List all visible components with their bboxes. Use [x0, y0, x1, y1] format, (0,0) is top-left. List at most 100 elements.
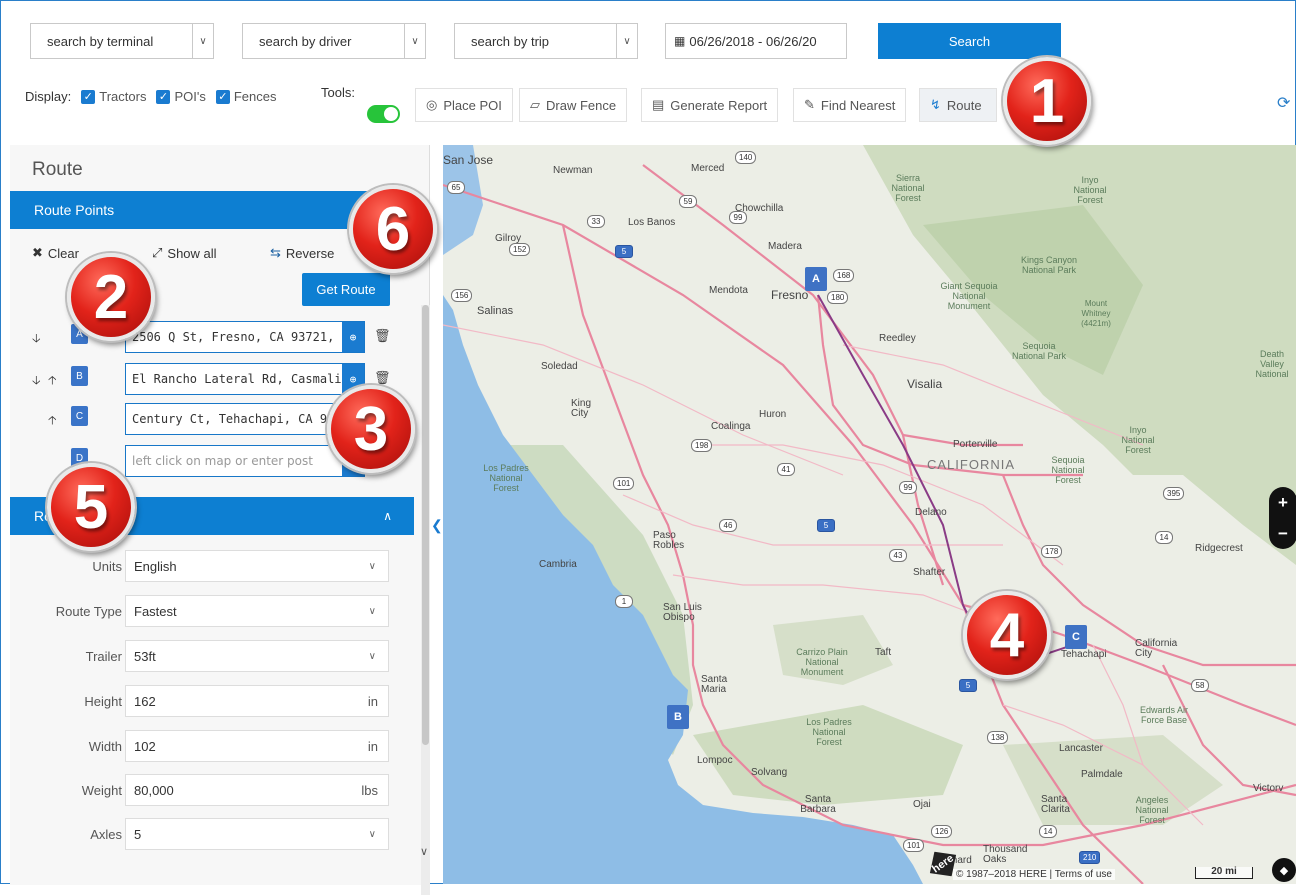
draw-fence-label: Draw Fence — [546, 97, 617, 113]
tractors-checkbox[interactable]: ✓ Tractors — [81, 89, 146, 104]
weight-value: 80,000 — [134, 782, 174, 798]
chevron-down-icon: ∨ — [616, 24, 637, 58]
map-label-city: Palmdale — [1081, 769, 1123, 780]
map-label-city: Lompoc — [697, 755, 733, 766]
search-button[interactable]: Search — [878, 23, 1061, 59]
width-input[interactable]: 102 in — [125, 730, 389, 762]
highway-shield: 1 — [615, 595, 633, 608]
callout-badge: 2 — [67, 253, 155, 341]
locate-icon[interactable]: ⊕ — [342, 322, 364, 352]
axles-select[interactable]: 5 ∨ — [125, 818, 389, 850]
height-label: Height — [84, 694, 122, 709]
layers-icon[interactable]: ◆ — [1272, 858, 1296, 882]
map-label-city: Cambria — [539, 559, 577, 570]
route-point-b-input[interactable]: El Rancho Lateral Rd, Casmali ⊕ — [125, 363, 365, 395]
route-marker-c[interactable]: C — [1065, 625, 1087, 649]
driver-select[interactable]: search by driver ∨ — [242, 23, 426, 59]
refresh-icon[interactable]: ⟳ — [1277, 93, 1290, 113]
axles-label: Axles — [90, 827, 122, 842]
map-label-park: Inyo National Forest — [1073, 175, 1107, 205]
reverse-label: Reverse — [285, 245, 335, 261]
trip-select[interactable]: search by trip ∨ — [454, 23, 638, 59]
highway-shield: 101 — [613, 477, 635, 490]
check-icon: ✓ — [81, 89, 96, 104]
scrollbar-thumb[interactable] — [422, 305, 429, 745]
highway-shield: 99 — [729, 211, 747, 224]
pois-checkbox[interactable]: ✓ POI's — [156, 89, 206, 104]
highway-shield: 59 — [679, 195, 697, 208]
clear-label: Clear — [47, 245, 79, 261]
map-view[interactable]: San Jose Newman Merced Chowchilla Los Ba… — [443, 145, 1296, 884]
interstate-shield: 5 — [959, 679, 977, 692]
chevron-down-icon: ∨ — [368, 560, 376, 572]
app-frame: search by terminal ∨ search by driver ∨ … — [0, 0, 1296, 895]
route-marker-a[interactable]: A — [805, 267, 827, 291]
map-label-city: Shafter — [913, 567, 946, 578]
map-copyright[interactable]: © 1987–2018 HERE | Terms of use — [953, 869, 1115, 880]
interstate-shield: 5 — [817, 519, 835, 532]
fences-checkbox[interactable]: ✓ Fences — [215, 89, 276, 104]
close-circle-icon: ✖ — [32, 245, 43, 260]
axles-value: 5 — [134, 826, 142, 842]
map-label-park: Inyo National Forest — [1121, 425, 1155, 455]
scroll-down-icon[interactable]: ∨ — [420, 845, 428, 858]
map-label-city: San Jose — [443, 153, 494, 167]
callout-badge: 1 — [1003, 57, 1091, 145]
route-point-a-input[interactable]: 2506 Q St, Fresno, CA 93721, ⊕ — [125, 321, 365, 353]
move-down-icon[interactable]: 🡣 — [32, 371, 41, 392]
reverse-button[interactable]: ⇆ Reverse — [270, 245, 334, 261]
map-scale: 20 mi — [1195, 867, 1253, 879]
clear-button[interactable]: ✖ Clear — [32, 245, 79, 261]
units-field: Units English ∨ — [10, 550, 414, 582]
route-point-row: 🡣 A 2506 Q St, Fresno, CA 93721, ⊕ 🗑 — [10, 321, 414, 353]
reverse-icon: ⇆ — [270, 245, 281, 260]
map-label-city: San Luis Obispo — [663, 602, 702, 623]
collapse-panel-icon[interactable]: ❮ — [431, 517, 443, 534]
find-nearest-button[interactable]: ✎ Find Nearest — [793, 88, 907, 122]
route-type-select[interactable]: Fastest ∨ — [125, 595, 389, 627]
map-label-city: California City — [1135, 638, 1178, 659]
height-input[interactable]: 162 in — [125, 685, 389, 717]
marker-c-icon: C — [71, 406, 88, 426]
place-poi-button[interactable]: ◎ Place POI — [415, 88, 513, 122]
map-label-city: Solvang — [751, 767, 788, 778]
zoom-out-button[interactable]: − — [1278, 524, 1288, 544]
highway-shield: 140 — [735, 151, 757, 164]
route-type-field: Route Type Fastest ∨ — [10, 595, 414, 627]
trash-icon[interactable]: 🗑 — [374, 328, 391, 344]
highway-shield: 156 — [451, 289, 473, 302]
units-label: Units — [92, 559, 122, 574]
trash-icon[interactable]: 🗑 — [374, 370, 391, 386]
route-point-d-input[interactable]: left click on map or enter post⊕ — [125, 445, 365, 477]
trailer-field: Trailer 53ft ∨ — [10, 640, 414, 672]
date-range-input[interactable]: ▦ 06/26/2018 - 06/26/20 — [665, 23, 847, 59]
map-label-park: Los Padres National Forest — [806, 717, 852, 747]
draw-fence-button[interactable]: ▱ Draw Fence — [519, 88, 628, 122]
route-tool-button[interactable]: ↯ Route — [919, 88, 997, 122]
move-up-icon[interactable]: 🡡 — [48, 411, 57, 432]
move-down-icon[interactable]: 🡣 — [32, 329, 41, 350]
terminal-select[interactable]: search by terminal ∨ — [30, 23, 214, 59]
weight-input[interactable]: 80,000 lbs — [125, 774, 389, 806]
route-marker-b[interactable]: B — [667, 705, 689, 729]
map-label-park: Los Padres National Forest — [483, 463, 529, 493]
units-select[interactable]: English ∨ — [125, 550, 389, 582]
trailer-select[interactable]: 53ft ∨ — [125, 640, 389, 672]
move-up-icon[interactable]: 🡡 — [48, 371, 57, 392]
route-point-a-value: 2506 Q St, Fresno, CA 93721, — [132, 330, 335, 344]
highway-shield: 126 — [931, 825, 953, 838]
map-label-park: Angeles National Forest — [1135, 795, 1169, 825]
show-all-button[interactable]: ⤢ Show all — [152, 245, 217, 261]
chevron-up-icon: ∧ — [383, 509, 392, 523]
generate-report-button[interactable]: ▤ Generate Report — [641, 88, 779, 122]
sidebar-scrollbar[interactable] — [421, 305, 430, 895]
tools-toggle[interactable] — [367, 105, 400, 123]
marker-b-icon: B — [71, 366, 88, 386]
map-label-city: King City — [571, 398, 592, 419]
get-route-button[interactable]: Get Route — [302, 273, 390, 306]
zoom-in-button[interactable]: + — [1278, 493, 1288, 513]
weight-unit: lbs — [361, 782, 378, 798]
check-icon: ✓ — [156, 89, 171, 104]
route-point-c-value: Century Ct, Tehachapi, CA 93 — [132, 412, 335, 426]
height-unit: in — [367, 693, 378, 709]
